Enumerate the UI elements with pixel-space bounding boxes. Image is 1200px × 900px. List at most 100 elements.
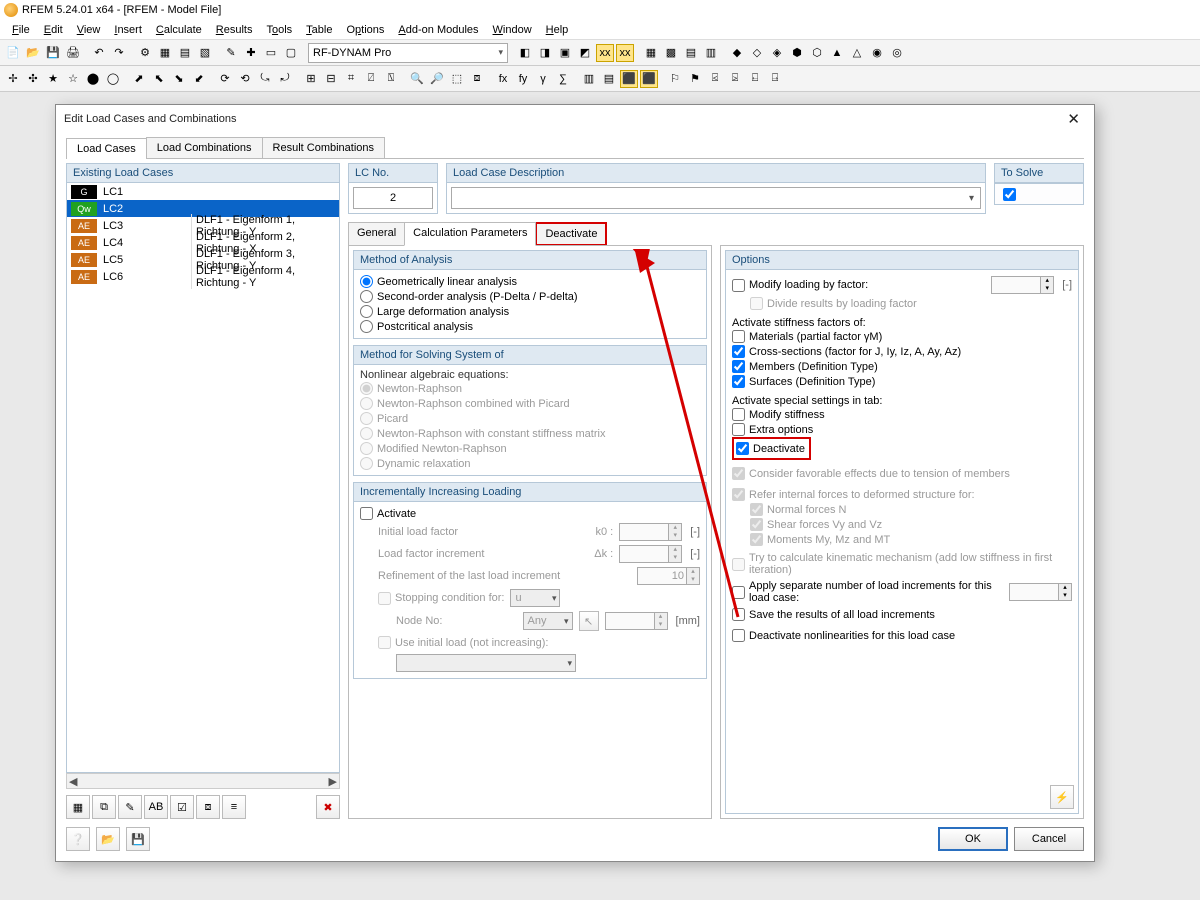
ok-button[interactable]: OK <box>938 827 1008 851</box>
tb-misc-icon[interactable]: ▤ <box>600 70 618 88</box>
tb-misc-icon[interactable]: ⟲ <box>236 70 254 88</box>
tb-misc-icon[interactable]: ⚑ <box>686 70 704 88</box>
tb-misc-icon[interactable]: ◯ <box>104 70 122 88</box>
tb-misc-icon[interactable]: γ <box>534 70 552 88</box>
menu-tools[interactable]: Tools <box>260 22 298 38</box>
subtab-calc-params[interactable]: Calculation Parameters <box>404 222 536 246</box>
tb-misc-icon[interactable]: ◆ <box>728 44 746 62</box>
tb-misc-icon[interactable]: ▣ <box>556 44 574 62</box>
subtab-general[interactable]: General <box>348 222 405 246</box>
special-modify[interactable]: Modify stiffness <box>732 407 1072 422</box>
opt-postcritical[interactable]: Postcritical analysis <box>360 319 700 334</box>
tb-print-icon[interactable]: 🖨 <box>64 44 82 62</box>
menu-insert[interactable]: Insert <box>108 22 148 38</box>
tb-misc-icon[interactable]: ⍂ <box>382 70 400 88</box>
tab-result-combinations[interactable]: Result Combinations <box>262 137 386 158</box>
stiff-cross[interactable]: Cross-sections (factor for J, Iy, Iz, A,… <box>732 344 1072 359</box>
lc-desc-combo[interactable] <box>451 187 981 209</box>
tb-misc-icon[interactable]: ▲ <box>828 44 846 62</box>
tb-misc-icon[interactable]: ⬡ <box>808 44 826 62</box>
close-icon[interactable]: ✕ <box>1061 110 1086 128</box>
tb-misc-icon[interactable]: ✢ <box>4 70 22 88</box>
tb-misc-icon[interactable]: ⍈ <box>766 70 784 88</box>
lc-sort-button[interactable]: ≡ <box>222 795 246 819</box>
tb-misc-icon[interactable]: ▥ <box>580 70 598 88</box>
tab-load-cases[interactable]: Load Cases <box>66 138 147 159</box>
tb-misc-icon[interactable]: ☆ <box>64 70 82 88</box>
tb-misc-icon[interactable]: ◉ <box>868 44 886 62</box>
tb-misc-icon[interactable]: 🔎 <box>428 70 446 88</box>
tb-misc-icon[interactable]: ⬊ <box>170 70 188 88</box>
tb-misc-icon[interactable]: ◇ <box>748 44 766 62</box>
tb-misc-icon[interactable]: ⍃ <box>706 70 724 88</box>
stiff-members[interactable]: Members (Definition Type) <box>732 359 1072 374</box>
menu-calculate[interactable]: Calculate <box>150 22 208 38</box>
tb-misc-icon[interactable]: ★ <box>44 70 62 88</box>
special-extra[interactable]: Extra options <box>732 422 1072 437</box>
tb-undo-icon[interactable]: ↶ <box>90 44 108 62</box>
tb-misc-icon[interactable]: ⬚ <box>448 70 466 88</box>
tb-misc-icon[interactable]: ⊟ <box>322 70 340 88</box>
tb-misc-icon[interactable]: fx <box>494 70 512 88</box>
tb-redo-icon[interactable]: ↷ <box>110 44 128 62</box>
tb-misc-icon[interactable]: fy <box>514 70 532 88</box>
tb-misc-icon[interactable]: ⌗ <box>342 70 360 88</box>
lcno-input[interactable] <box>353 187 433 209</box>
stiff-materials[interactable]: Materials (partial factor γM) <box>732 329 1072 344</box>
separate-incr[interactable]: Apply separate number of load increments… <box>732 579 997 605</box>
opt-pdelta[interactable]: Second-order analysis (P-Delta / P-delta… <box>360 289 700 304</box>
tb-misc-icon[interactable]: ▥ <box>702 44 720 62</box>
menu-options[interactable]: Options <box>340 22 390 38</box>
opt-linear[interactable]: Geometrically linear analysis <box>360 274 700 289</box>
lc-edit-button[interactable]: ✎ <box>118 795 142 819</box>
to-solve-checkbox[interactable] <box>1003 188 1016 201</box>
menu-results[interactable]: Results <box>210 22 259 38</box>
special-deactivate[interactable]: Deactivate <box>736 441 805 456</box>
tb-misc-icon[interactable]: ⊞ <box>302 70 320 88</box>
subtab-deactivate[interactable]: Deactivate <box>535 222 607 246</box>
tb-misc-icon[interactable]: ⬉ <box>150 70 168 88</box>
tb-misc-icon[interactable]: ◈ <box>768 44 786 62</box>
save-button[interactable]: 💾 <box>126 827 150 851</box>
menu-file[interactable]: File <box>6 22 36 38</box>
modify-loading[interactable]: Modify loading by factor: <box>732 278 868 293</box>
tb-misc-icon[interactable]: ⧈ <box>468 70 486 88</box>
tb-misc-icon[interactable]: ◧ <box>516 44 534 62</box>
tb-misc-icon[interactable]: ▩ <box>662 44 680 62</box>
tb-misc-icon[interactable]: ⬢ <box>788 44 806 62</box>
open-folder-button[interactable]: 📂 <box>96 827 120 851</box>
menu-window[interactable]: Window <box>487 22 538 38</box>
stiff-surfaces[interactable]: Surfaces (Definition Type) <box>732 374 1072 389</box>
tb-misc-icon[interactable]: ▤ <box>176 44 194 62</box>
tb-misc-icon[interactable]: ⤾ <box>276 70 294 88</box>
help-button[interactable]: ❔ <box>66 827 90 851</box>
tb-misc-icon[interactable]: ▭ <box>262 44 280 62</box>
tab-load-combinations[interactable]: Load Combinations <box>146 137 263 158</box>
tb-misc-icon[interactable]: ⬈ <box>130 70 148 88</box>
tb-misc-icon[interactable]: ⚙ <box>136 44 154 62</box>
menu-table[interactable]: Table <box>300 22 338 38</box>
tb-misc-icon[interactable]: △ <box>848 44 866 62</box>
lc-delete-button[interactable]: ✖ <box>316 795 340 819</box>
menu-help[interactable]: Help <box>540 22 575 38</box>
lc-select-button[interactable]: ⧈ <box>196 795 220 819</box>
lc-new-button[interactable]: ▦ <box>66 795 90 819</box>
tb-misc-icon[interactable]: ⚐ <box>666 70 684 88</box>
tb-misc-icon[interactable]: ⟳ <box>216 70 234 88</box>
tb-misc-icon[interactable]: ◎ <box>888 44 906 62</box>
list-item[interactable]: AELC6DLF1 - Eigenform 4, Richtung - Y <box>67 268 339 285</box>
incr-activate[interactable]: Activate <box>360 506 700 521</box>
tb-misc-icon[interactable]: ◨ <box>536 44 554 62</box>
tb-misc-icon[interactable]: ▦ <box>642 44 660 62</box>
tb-misc-icon[interactable]: ▤ <box>682 44 700 62</box>
lc-check-button[interactable]: ☑ <box>170 795 194 819</box>
tb-misc-icon[interactable]: ▢ <box>282 44 300 62</box>
tb-misc-icon[interactable]: ⬛ <box>640 70 658 88</box>
tb-misc-icon[interactable]: ⤿ <box>256 70 274 88</box>
options-action-icon[interactable]: ⚡ <box>1050 785 1074 809</box>
lc-copy-button[interactable]: ⧉ <box>92 795 116 819</box>
tb-misc-icon[interactable]: xx <box>596 44 614 62</box>
lc-ab-button[interactable]: AB <box>144 795 168 819</box>
list-hscroll[interactable]: ◀▶ <box>66 773 340 789</box>
tb-open-icon[interactable]: 📂 <box>24 44 42 62</box>
